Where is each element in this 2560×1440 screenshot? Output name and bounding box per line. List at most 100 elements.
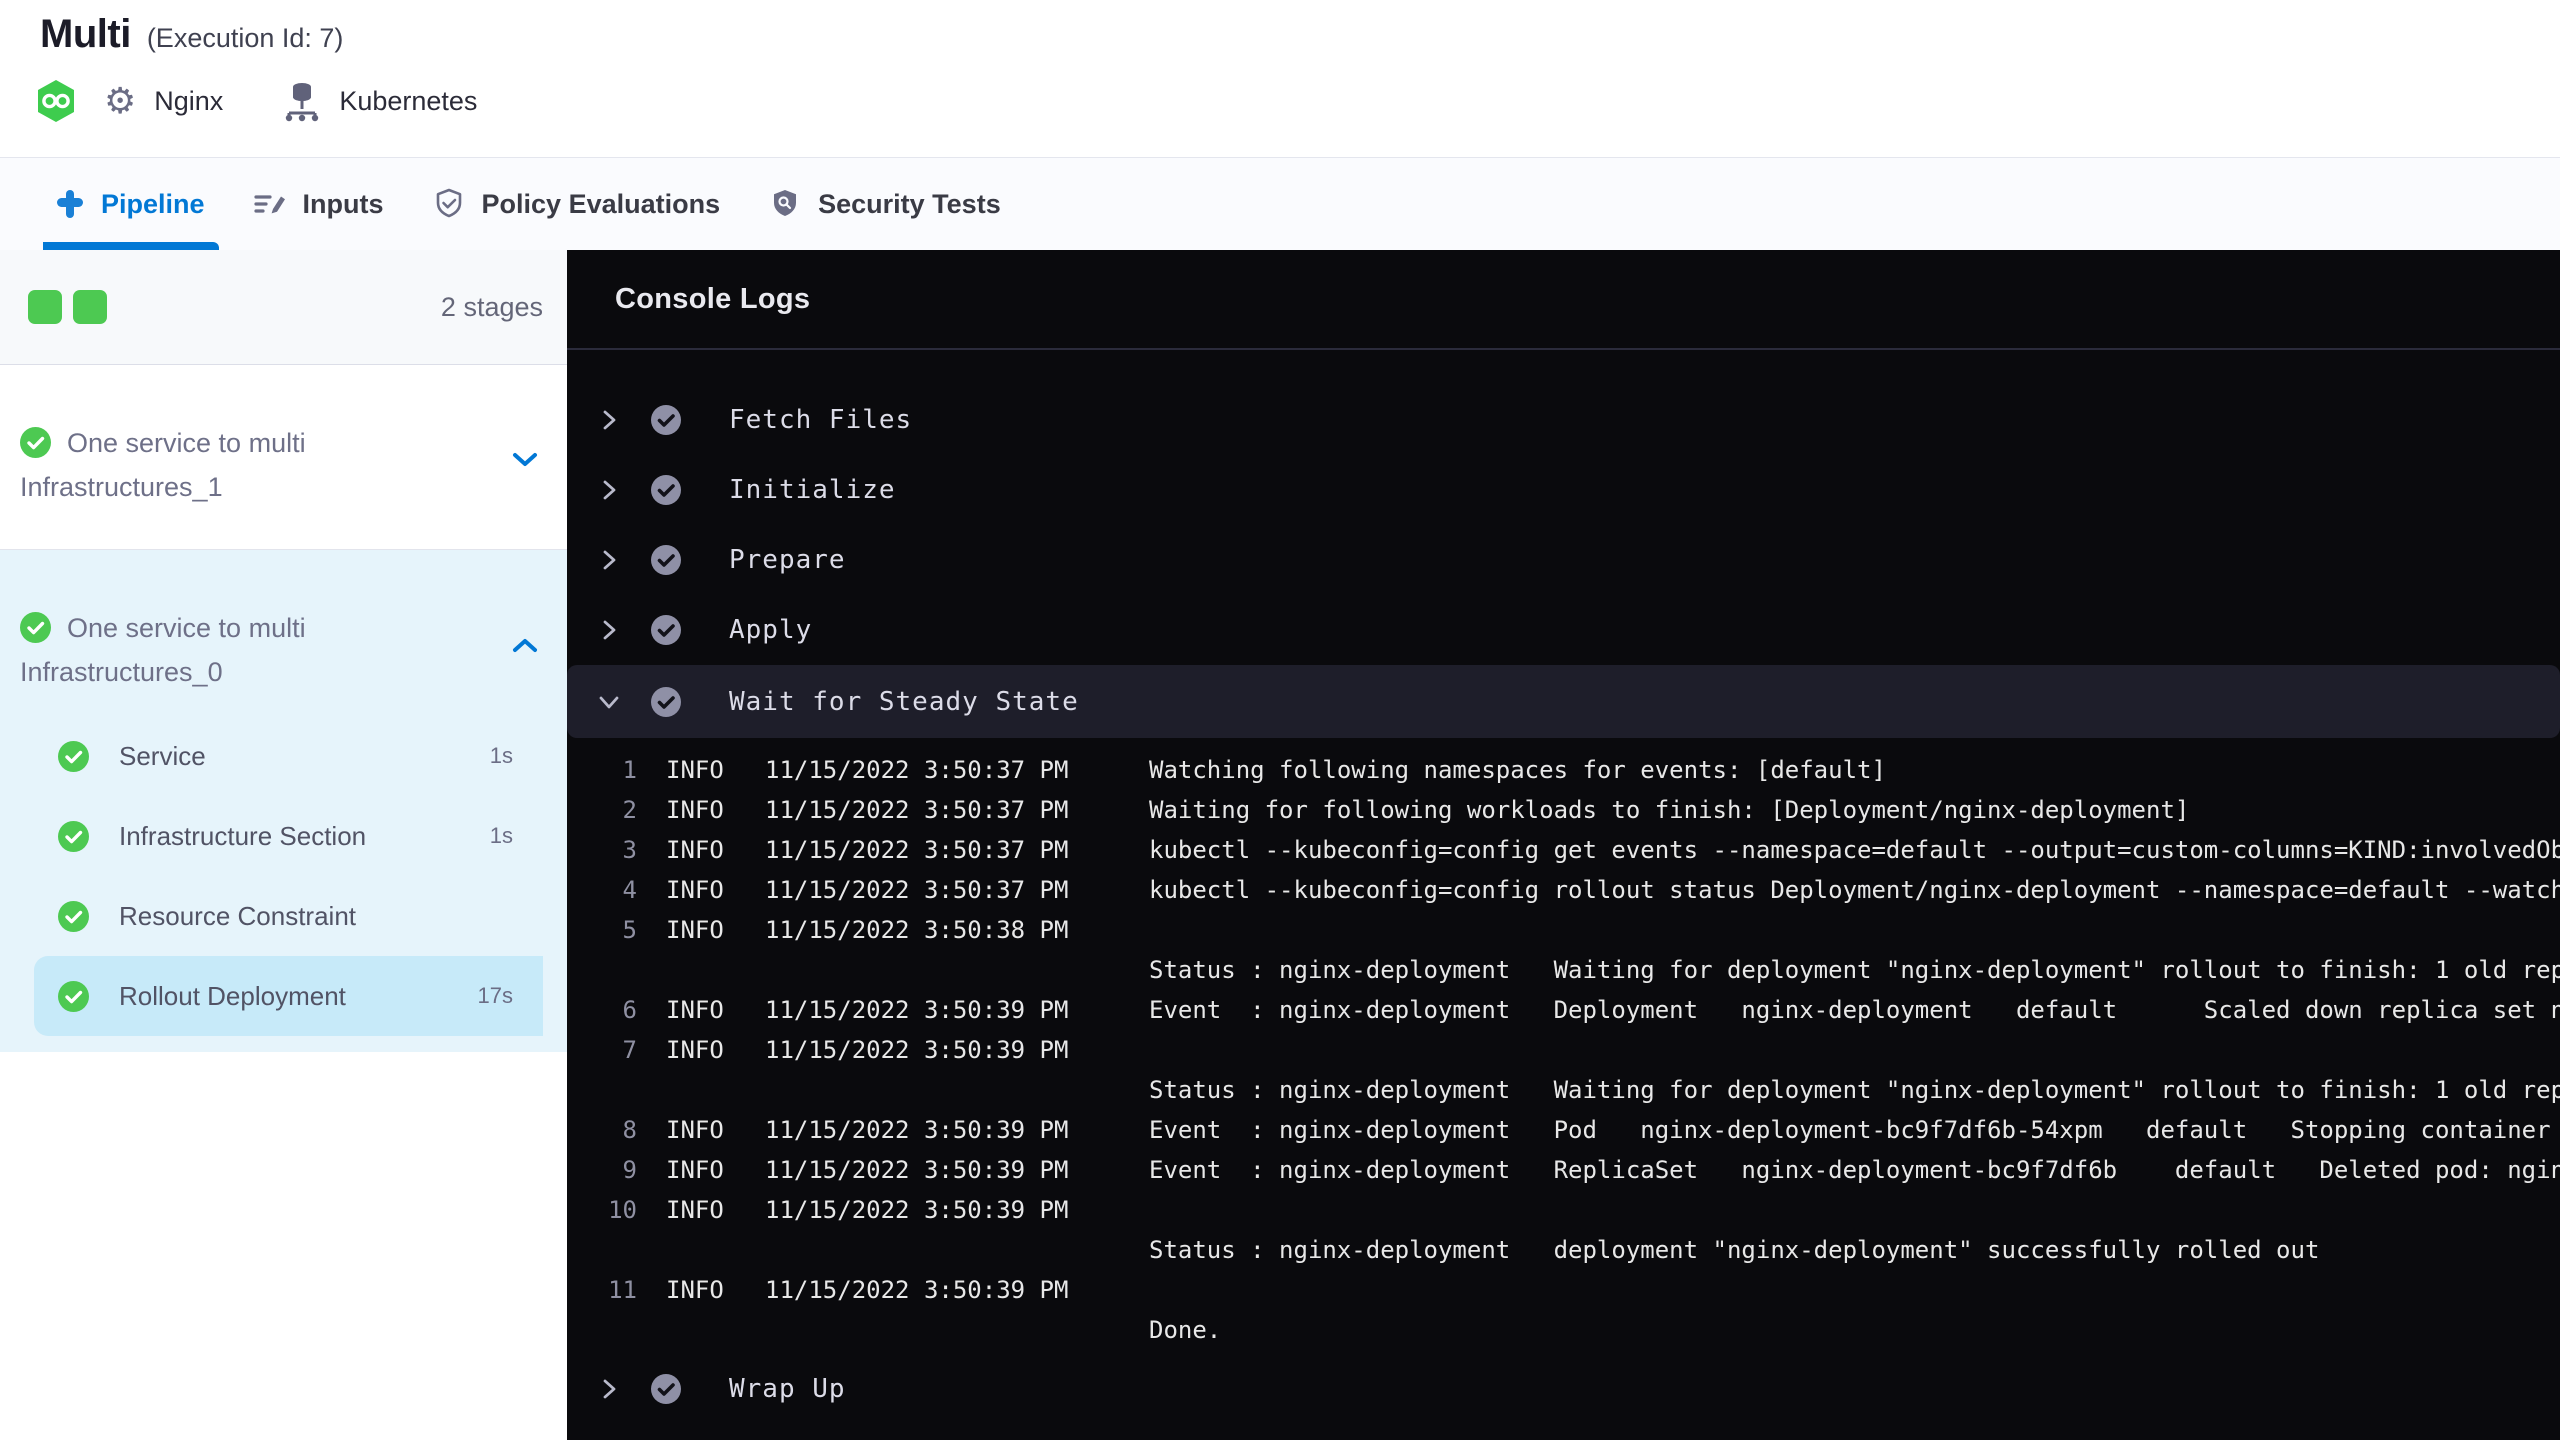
execution-id-label: (Execution Id: 7) [146,23,344,53]
success-check-icon [58,820,89,852]
tab-pipeline-label: Pipeline [101,188,205,219]
console-step-wait-for-steady-state[interactable]: Wait for Steady State [567,665,2560,738]
chevron-right-icon[interactable] [597,408,621,432]
tab-pipeline[interactable]: Pipeline [43,158,219,250]
step-row-resource-constraint[interactable]: Resource Constraint [20,876,543,956]
execution-title-row: Multi (Execution Id: 7) [40,12,343,57]
step-duration: 1s [489,823,513,848]
stage-card-infrastructures-1[interactable]: One service to multi Infrastructures_1 [0,365,567,550]
success-check-icon [58,740,89,772]
policy-shield-check-icon [432,187,466,221]
console-step-apply[interactable]: Apply [567,595,2560,665]
log-line: 9 INFO 11/15/2022 3:50:39 PM Event : nginx-… [622,1156,2560,1184]
stage-title: One service to multi Infrastructures_0 [20,606,450,694]
chevron-right-icon[interactable] [597,548,621,572]
step-row-service[interactable]: Service 1s [20,716,543,796]
security-shield-scan-icon [768,187,802,221]
log-line: 3 INFO 11/15/2022 3:50:37 PM kubectl --kube… [622,836,2560,864]
chevron-right-icon[interactable] [597,478,621,502]
tab-security-tests-label: Security Tests [818,188,1001,219]
page-title: Multi [40,12,131,56]
log-line: 6 INFO 11/15/2022 3:50:39 PM Event : nginx-… [622,996,2560,1024]
service-name: Nginx [154,85,224,116]
log-line: 10 INFO 11/15/2022 3:50:39 PM [608,1196,1069,1224]
stage-status-square[interactable] [28,290,62,324]
step-list: Service 1s Infrastructure Section 1s Res… [20,716,543,1052]
console-step-label: Fetch Files [729,405,913,435]
tab-inputs[interactable]: Inputs [253,158,384,250]
console-logs-panel: Console Logs Fetch Files Initialize Prep… [567,250,2560,1440]
console-step-label: Initialize [729,475,896,505]
console-step-fetch-files[interactable]: Fetch Files [567,385,2560,455]
stages-sidebar: 2 stages One service to multi Infrastruc… [0,250,567,1440]
console-step-label: Wrap Up [729,1374,846,1404]
stage-status-square[interactable] [73,290,107,324]
environment-name: Kubernetes [339,85,478,116]
step-row-rollout-deployment[interactable]: Rollout Deployment 17s [34,956,543,1036]
chevron-down-icon[interactable] [511,451,539,469]
log-line: Status : nginx-deployment deployment "ng… [1149,1236,2320,1264]
pipeline-icon [55,189,85,219]
stage-summary-bar: 2 stages [0,250,567,365]
step-duration: 17s [477,983,513,1008]
app-header: Multi (Execution Id: 7) ⚙ Nginx Kubernet… [0,0,2560,157]
tab-strip: Pipeline Inputs Policy Evaluations Secur… [0,157,2560,250]
stage-title-line1: One service to multi [67,428,306,458]
chevron-right-icon[interactable] [597,618,621,642]
step-success-badge-icon [649,473,683,507]
console-step-initialize[interactable]: Initialize [567,455,2560,525]
console-step-prepare[interactable]: Prepare [567,525,2560,595]
chevron-right-icon[interactable] [597,1377,621,1401]
log-line: 8 INFO 11/15/2022 3:50:39 PM Event : nginx-… [622,1116,2551,1144]
stage-title-line2: Infrastructures_0 [20,657,223,687]
log-line: Status : nginx-deployment Waiting for de… [1149,956,2560,984]
tab-policy-evaluations-label: Policy Evaluations [481,188,721,219]
log-line: 1 INFO 11/15/2022 3:50:37 PM Watching follo… [622,756,1886,784]
step-success-badge-icon [649,543,683,577]
step-duration: 1s [489,743,513,768]
console-body: Fetch Files Initialize Prepare Apply Wai… [567,350,2560,1424]
log-line: Done. [1149,1316,1222,1344]
entity-row: ⚙ Nginx Kubernetes [36,76,503,126]
log-output[interactable]: 1 INFO 11/15/2022 3:50:37 PM Watching follo… [567,738,2560,1354]
console-title: Console Logs [615,282,811,315]
step-row-infrastructure-section[interactable]: Infrastructure Section 1s [20,796,543,876]
chevron-up-icon[interactable] [511,636,539,654]
log-line: 7 INFO 11/15/2022 3:50:39 PM [622,1036,1069,1064]
stage-title: One service to multi Infrastructures_1 [20,421,450,509]
step-success-badge-icon [649,685,683,719]
log-line: 2 INFO 11/15/2022 3:50:37 PM Waiting for fo… [622,796,2190,824]
log-line: 5 INFO 11/15/2022 3:50:38 PM [622,916,1069,944]
stage-title-line2: Infrastructures_1 [20,472,223,502]
step-label: Resource Constraint [119,900,356,931]
stage-title-line1: One service to multi [67,613,306,643]
log-line: 4 INFO 11/15/2022 3:50:37 PM kubectl --kube… [622,876,2560,904]
tab-security-tests[interactable]: Security Tests [768,158,1001,250]
log-line: Status : nginx-deployment Waiting for de… [1149,1076,2560,1104]
inputs-icon [253,187,287,221]
tab-inputs-label: Inputs [302,188,384,219]
stage-card-infrastructures-0[interactable]: One service to multi Infrastructures_0 S… [0,550,567,1052]
tab-policy-evaluations[interactable]: Policy Evaluations [432,158,721,250]
console-step-wrap-up[interactable]: Wrap Up [567,1354,2560,1424]
console-step-label: Wait for Steady State [729,686,1079,717]
harness-cd-icon [36,79,76,123]
console-header: Console Logs [567,250,2560,350]
console-step-label: Prepare [729,545,846,575]
environment-icon [283,80,321,122]
step-label: Service [119,740,206,771]
step-success-badge-icon [649,613,683,647]
step-label: Rollout Deployment [119,980,346,1011]
step-success-badge-icon [649,403,683,437]
log-line: 11 INFO 11/15/2022 3:50:39 PM [608,1276,1069,1304]
stage-count-label: 2 stages [440,291,543,322]
success-check-icon [20,427,51,458]
service-gear-icon: ⚙ [104,80,137,121]
success-check-icon [20,612,51,643]
success-check-icon [58,980,89,1012]
success-check-icon [58,900,89,932]
chevron-down-icon[interactable] [597,692,621,712]
step-success-badge-icon [649,1372,683,1406]
step-label: Infrastructure Section [119,820,367,851]
console-step-label: Apply [729,615,813,645]
